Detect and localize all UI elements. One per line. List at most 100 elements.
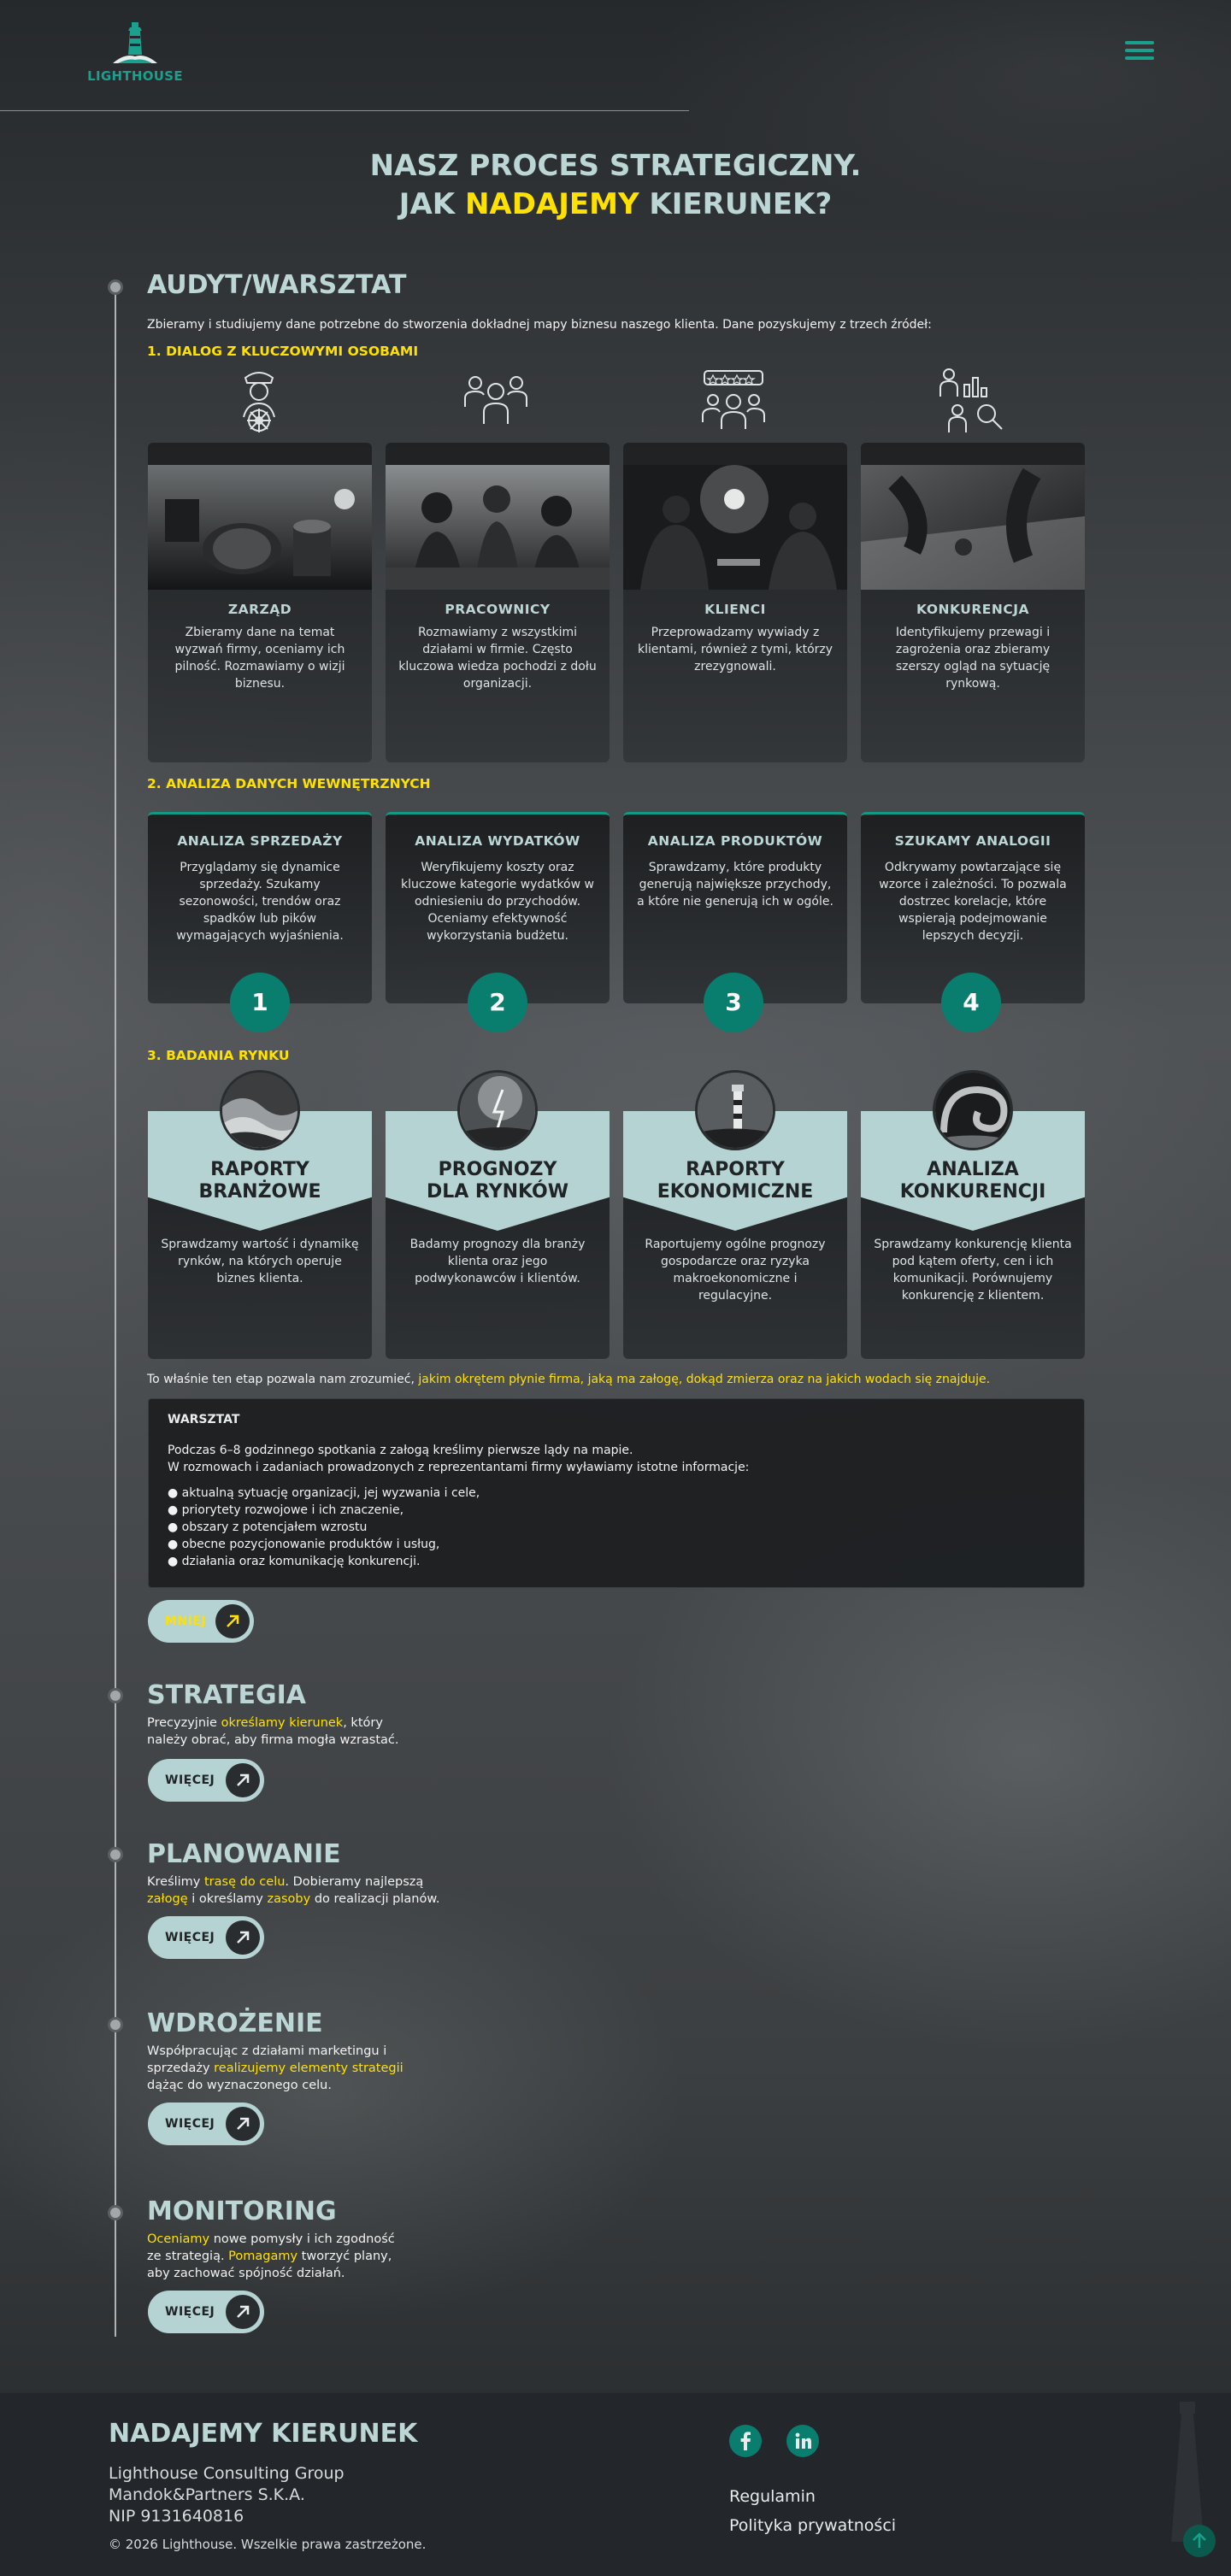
card-text: Weryfikujemy koszty oraz kluczowe katego… — [401, 861, 594, 943]
card-title: ANALIZA SPRZEDAŻY — [177, 833, 343, 849]
company-nip: NIP 9131640816 — [109, 2507, 244, 2526]
title-highlight: NADAJEMY — [464, 187, 639, 221]
section-title-strategy: STRATEGIA — [147, 1680, 307, 1710]
arrow-up-right-icon — [226, 2295, 260, 2329]
report-title: RAPORTY BRANŻOWE — [198, 1159, 321, 1203]
people-card: KONKURENCJA Identyfikujemy przewagi i za… — [861, 443, 1085, 762]
timeline-dot — [108, 1847, 123, 1862]
dialog-heading: 1. DIALOG Z KLUCZOWYMI OSOBAMI — [147, 344, 419, 359]
workshop-box: WARSZTAT Podczas 6–8 godzinnego spotkani… — [148, 1398, 1085, 1588]
arrow-up-right-icon — [215, 1604, 250, 1638]
footer-heading: NADAJEMY KIERUNEK — [109, 2419, 418, 2449]
card-text: Rozmawiamy z wszystkimi działami w firmi… — [398, 626, 597, 691]
list-item: ● obszary z potencjałem wzrostu — [168, 1520, 368, 1534]
storm-image — [457, 1070, 538, 1150]
card-title: PRACOWNICY — [445, 602, 551, 617]
audit-intro: Zbieramy i studiujemy dane potrzebne do … — [147, 318, 932, 332]
list-item: ● działania oraz komunikację konkurencji… — [168, 1555, 421, 1568]
people-card: KLIENCI Przeprowadzamy wywiady z klienta… — [623, 443, 847, 762]
step-number-badge: 4 — [941, 973, 1001, 1032]
back-to-top-button[interactable] — [1183, 2525, 1216, 2557]
section-title-audit: AUDYT/WARSZTAT — [147, 270, 407, 300]
stage-description: Oceniamy nowe pomysły i ich zgodność ze … — [147, 2232, 395, 2280]
card-title: KONKURENCJA — [916, 602, 1029, 617]
logo-text: LIGHTHOUSE — [87, 68, 183, 84]
list-item: ● aktualną sytuację organizacji, jej wyz… — [168, 1486, 480, 1500]
header-divider — [0, 110, 689, 111]
hamburger-menu-icon[interactable] — [1125, 41, 1154, 67]
card-text: Zbieramy dane na temat wyzwań firmy, oce… — [174, 626, 345, 691]
audit-summary: To właśnie ten etap pozwala nam zrozumie… — [147, 1373, 991, 1386]
card-title: SZUKAMY ANALOGII — [894, 833, 1051, 849]
card-text: Badamy prognozy dla branży klienta oraz … — [409, 1238, 586, 1285]
step-number-badge: 3 — [704, 973, 763, 1032]
card-text: Raportujemy ogólne prognozy gospodarcze … — [645, 1238, 826, 1303]
timeline-dot — [108, 1688, 123, 1703]
arrow-up-right-icon — [226, 2107, 260, 2141]
company-name: Lighthouse Consulting Group — [109, 2464, 345, 2483]
card-text: Sprawdzamy konkurencję klienta pod kątem… — [874, 1238, 1072, 1303]
more-button-label: WIĘCEJ — [165, 2305, 215, 2319]
section-title-implementation: WDROŻENIE — [147, 2008, 323, 2038]
stage-description: Kreślimy trasę do celu. Dobieramy najlep… — [147, 1875, 440, 1906]
title-line-1: NASZ PROCES STRATEGICZNY. — [369, 149, 862, 183]
timeline-dot — [108, 279, 123, 295]
section-title-monitoring: MONITORING — [147, 2197, 337, 2226]
photo-barrels-image — [148, 465, 372, 590]
card-text: Przeprowadzamy wywiady z klientami, równ… — [637, 626, 833, 673]
lighthouse-silhouette-icon — [1171, 2402, 1204, 2542]
summary-highlight: jakim okrętem płynie firma, jaką ma zało… — [418, 1373, 991, 1386]
card-title: ANALIZA PRODUKTÓW — [647, 833, 823, 849]
stage-description: Współpracując z działami marketingu i sp… — [147, 2044, 403, 2092]
people-card: ZARZĄD Zbieramy dane na temat wyzwań fir… — [148, 443, 372, 762]
card-title: KLIENCI — [704, 602, 766, 617]
market-research-heading: 3. BADANIA RYNKU — [147, 1048, 290, 1063]
workshop-text: Podczas 6–8 godzinnego spotkania z załog… — [168, 1444, 750, 1474]
linkedin-icon[interactable] — [786, 2425, 819, 2457]
photo-map-image — [861, 465, 1085, 590]
privacy-policy-link[interactable]: Polityka prywatności — [729, 2516, 896, 2535]
waves-image — [220, 1070, 300, 1150]
card-title: ZARZĄD — [227, 602, 292, 617]
card-text: Sprawdzamy, które produkty generują najw… — [637, 861, 833, 909]
card-text: Identyfikujemy przewagi i zagrożenia ora… — [895, 626, 1051, 691]
footer: NADAJEMY KIERUNEK Lighthouse Consulting … — [0, 2393, 1231, 2576]
list-item: ● obecne pozycjonowanie produktów i usłu… — [168, 1538, 440, 1551]
report-title: RAPORTY EKONOMICZNE — [657, 1159, 814, 1203]
more-button-label: WIĘCEJ — [165, 1931, 215, 1944]
more-button[interactable]: WIĘCEJ — [148, 1916, 264, 1959]
internal-analysis-heading: 2. ANALIZA DANYCH WEWNĘTRZNYCH — [147, 776, 431, 791]
more-button[interactable]: WIĘCEJ — [148, 2291, 264, 2333]
arrow-up-right-icon — [226, 1920, 260, 1955]
competition-analysis-icon — [939, 366, 1004, 434]
facebook-icon[interactable] — [729, 2425, 762, 2457]
more-button-label: WIĘCEJ — [165, 2117, 215, 2131]
customer-rating-icon — [699, 369, 768, 431]
workshop-list: ● aktualną sytuację organizacji, jej wyz… — [168, 1485, 480, 1570]
lighthouse-logo-icon — [109, 19, 161, 67]
title-line-2: JAK NADAJEMY KIERUNEK? — [398, 187, 833, 221]
stage-description: Precyzyjnie określamy kierunek, który na… — [147, 1716, 399, 1747]
timeline-dot — [108, 2205, 123, 2220]
arrow-up-right-icon — [226, 1763, 260, 1797]
company-legal-name: Mandok&Partners S.K.A. — [109, 2485, 305, 2504]
terms-link[interactable]: Regulamin — [729, 2487, 816, 2506]
captain-helm-icon — [232, 366, 286, 434]
step-number-badge: 2 — [468, 973, 527, 1032]
photo-crew-image — [386, 465, 610, 590]
less-button-label: MNIEJ — [165, 1614, 207, 1628]
people-card: PRACOWNICY Rozmawiamy z wszystkimi dział… — [386, 443, 610, 762]
card-text: Sprawdzamy wartość i dynamikę rynków, na… — [161, 1238, 359, 1285]
lighthouse-image — [695, 1070, 775, 1150]
logo[interactable]: LIGHTHOUSE — [82, 19, 188, 89]
card-text: Odkrywamy powtarzające się wzorce i zale… — [879, 861, 1067, 943]
less-button[interactable]: MNIEJ — [148, 1600, 254, 1643]
more-button-label: WIĘCEJ — [165, 1773, 215, 1787]
team-people-icon — [462, 369, 530, 431]
page-title: NASZ PROCES STRATEGICZNY. JAK NADAJEMY K… — [0, 147, 1231, 224]
more-button[interactable]: WIĘCEJ — [148, 2103, 264, 2145]
photo-interview-image — [623, 465, 847, 590]
copyright: © 2026 Lighthouse. Wszelkie prawa zastrz… — [109, 2537, 427, 2552]
report-title: PROGNOZY DLA RYNKÓW — [426, 1159, 569, 1203]
more-button[interactable]: WIĘCEJ — [148, 1759, 264, 1802]
